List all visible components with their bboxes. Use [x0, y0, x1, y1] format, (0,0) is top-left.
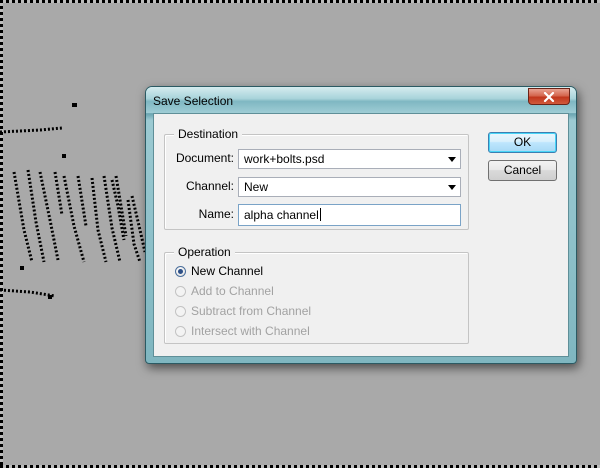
text-caret [319, 208, 321, 221]
destination-legend: Destination [174, 127, 243, 141]
channel-value: New [244, 180, 269, 194]
operation-legend: Operation [174, 245, 235, 259]
radio-add-to-channel: Add to Channel [175, 283, 274, 299]
name-input[interactable]: alpha channel [238, 204, 461, 226]
close-icon [543, 91, 555, 102]
channel-label: Channel: [185, 179, 234, 193]
destination-group: Destination Document: work+bolts.psd Cha… [164, 127, 469, 230]
radio-button[interactable] [175, 265, 186, 277]
ok-button[interactable]: OK [488, 132, 557, 153]
radio-button [175, 305, 186, 317]
radio-label: Intersect with Channel [191, 324, 310, 338]
channel-select[interactable]: New [238, 177, 461, 197]
close-button[interactable] [528, 88, 570, 105]
radio-new-channel[interactable]: New Channel [175, 263, 263, 279]
dialog-title: Save Selection [153, 94, 234, 108]
document-label: Document: [175, 151, 234, 165]
name-value: alpha channel [244, 208, 319, 222]
name-label: Name: [198, 207, 234, 221]
document-select[interactable]: work+bolts.psd [238, 149, 461, 169]
radio-label: New Channel [191, 264, 264, 278]
document-canvas[interactable]: Save Selection Destination Document: wor… [0, 0, 600, 468]
radio-subtract-from-channel: Subtract from Channel [175, 303, 311, 319]
chevron-down-icon [448, 157, 456, 162]
cancel-button[interactable]: Cancel [488, 160, 557, 181]
radio-button [175, 285, 186, 297]
radio-label: Add to Channel [191, 284, 274, 298]
dialog-titlebar[interactable]: Save Selection [146, 87, 576, 113]
dialog-body: Destination Document: work+bolts.psd Cha… [153, 113, 569, 357]
radio-intersect-with-channel: Intersect with Channel [175, 323, 310, 339]
document-value: work+bolts.psd [244, 152, 325, 166]
chevron-down-icon [448, 185, 456, 190]
radio-button [175, 325, 186, 337]
save-selection-dialog: Save Selection Destination Document: wor… [145, 86, 577, 364]
operation-group: Operation New Channel Add to Channel Sub… [164, 245, 469, 344]
radio-label: Subtract from Channel [191, 304, 312, 318]
